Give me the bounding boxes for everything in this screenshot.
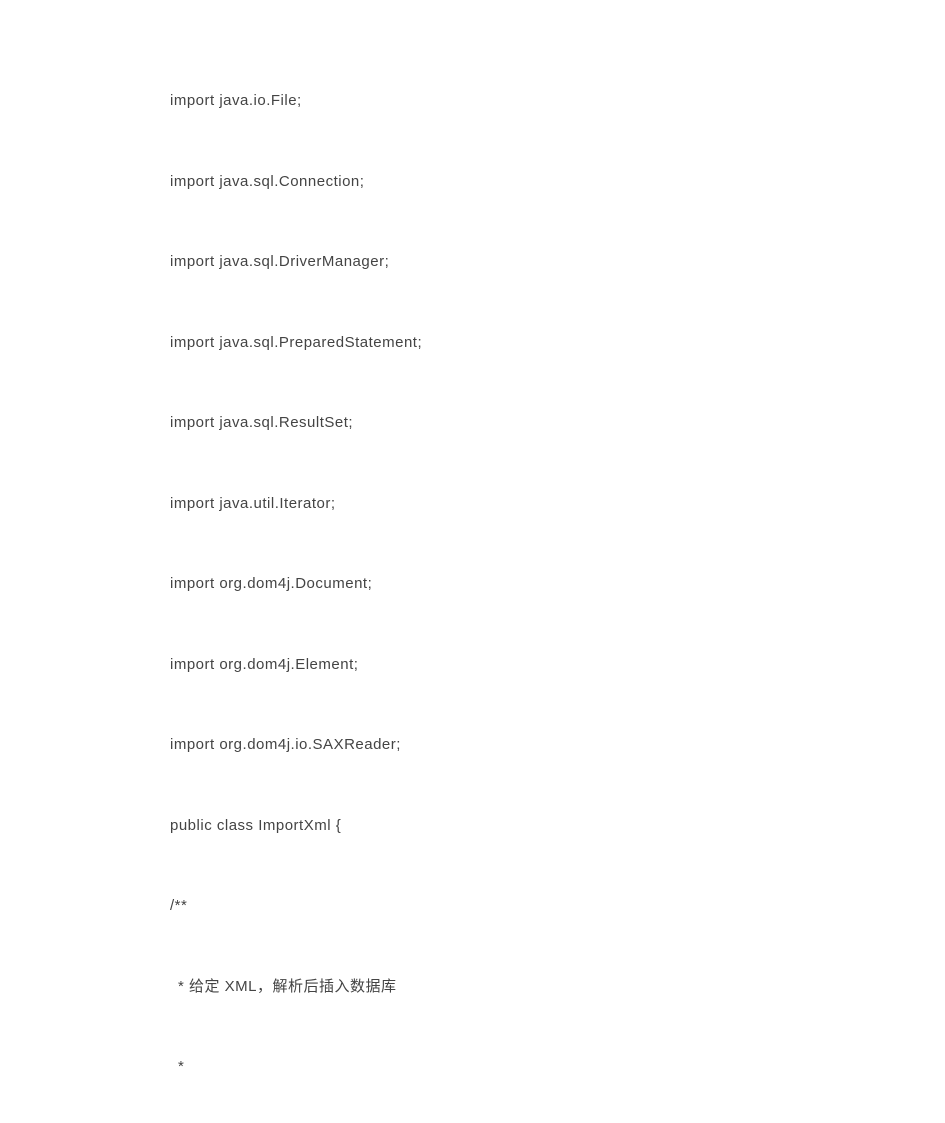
code-line: * 给定 XML，解析后插入数据库: [170, 976, 945, 999]
code-line: /**: [170, 895, 945, 918]
code-line: import java.sql.ResultSet;: [170, 412, 945, 435]
code-line: public class ImportXml {: [170, 815, 945, 838]
code-line: import java.sql.PreparedStatement;: [170, 332, 945, 355]
code-line: import java.io.File;: [170, 90, 945, 113]
document-page: import java.io.File; import java.sql.Con…: [0, 0, 945, 1079]
code-line: import org.dom4j.Document;: [170, 573, 945, 596]
code-line: *: [170, 1056, 945, 1079]
code-line: import java.util.Iterator;: [170, 493, 945, 516]
code-line: import java.sql.DriverManager;: [170, 251, 945, 274]
code-line: import org.dom4j.io.SAXReader;: [170, 734, 945, 757]
code-line: import java.sql.Connection;: [170, 171, 945, 194]
code-line: import org.dom4j.Element;: [170, 654, 945, 677]
